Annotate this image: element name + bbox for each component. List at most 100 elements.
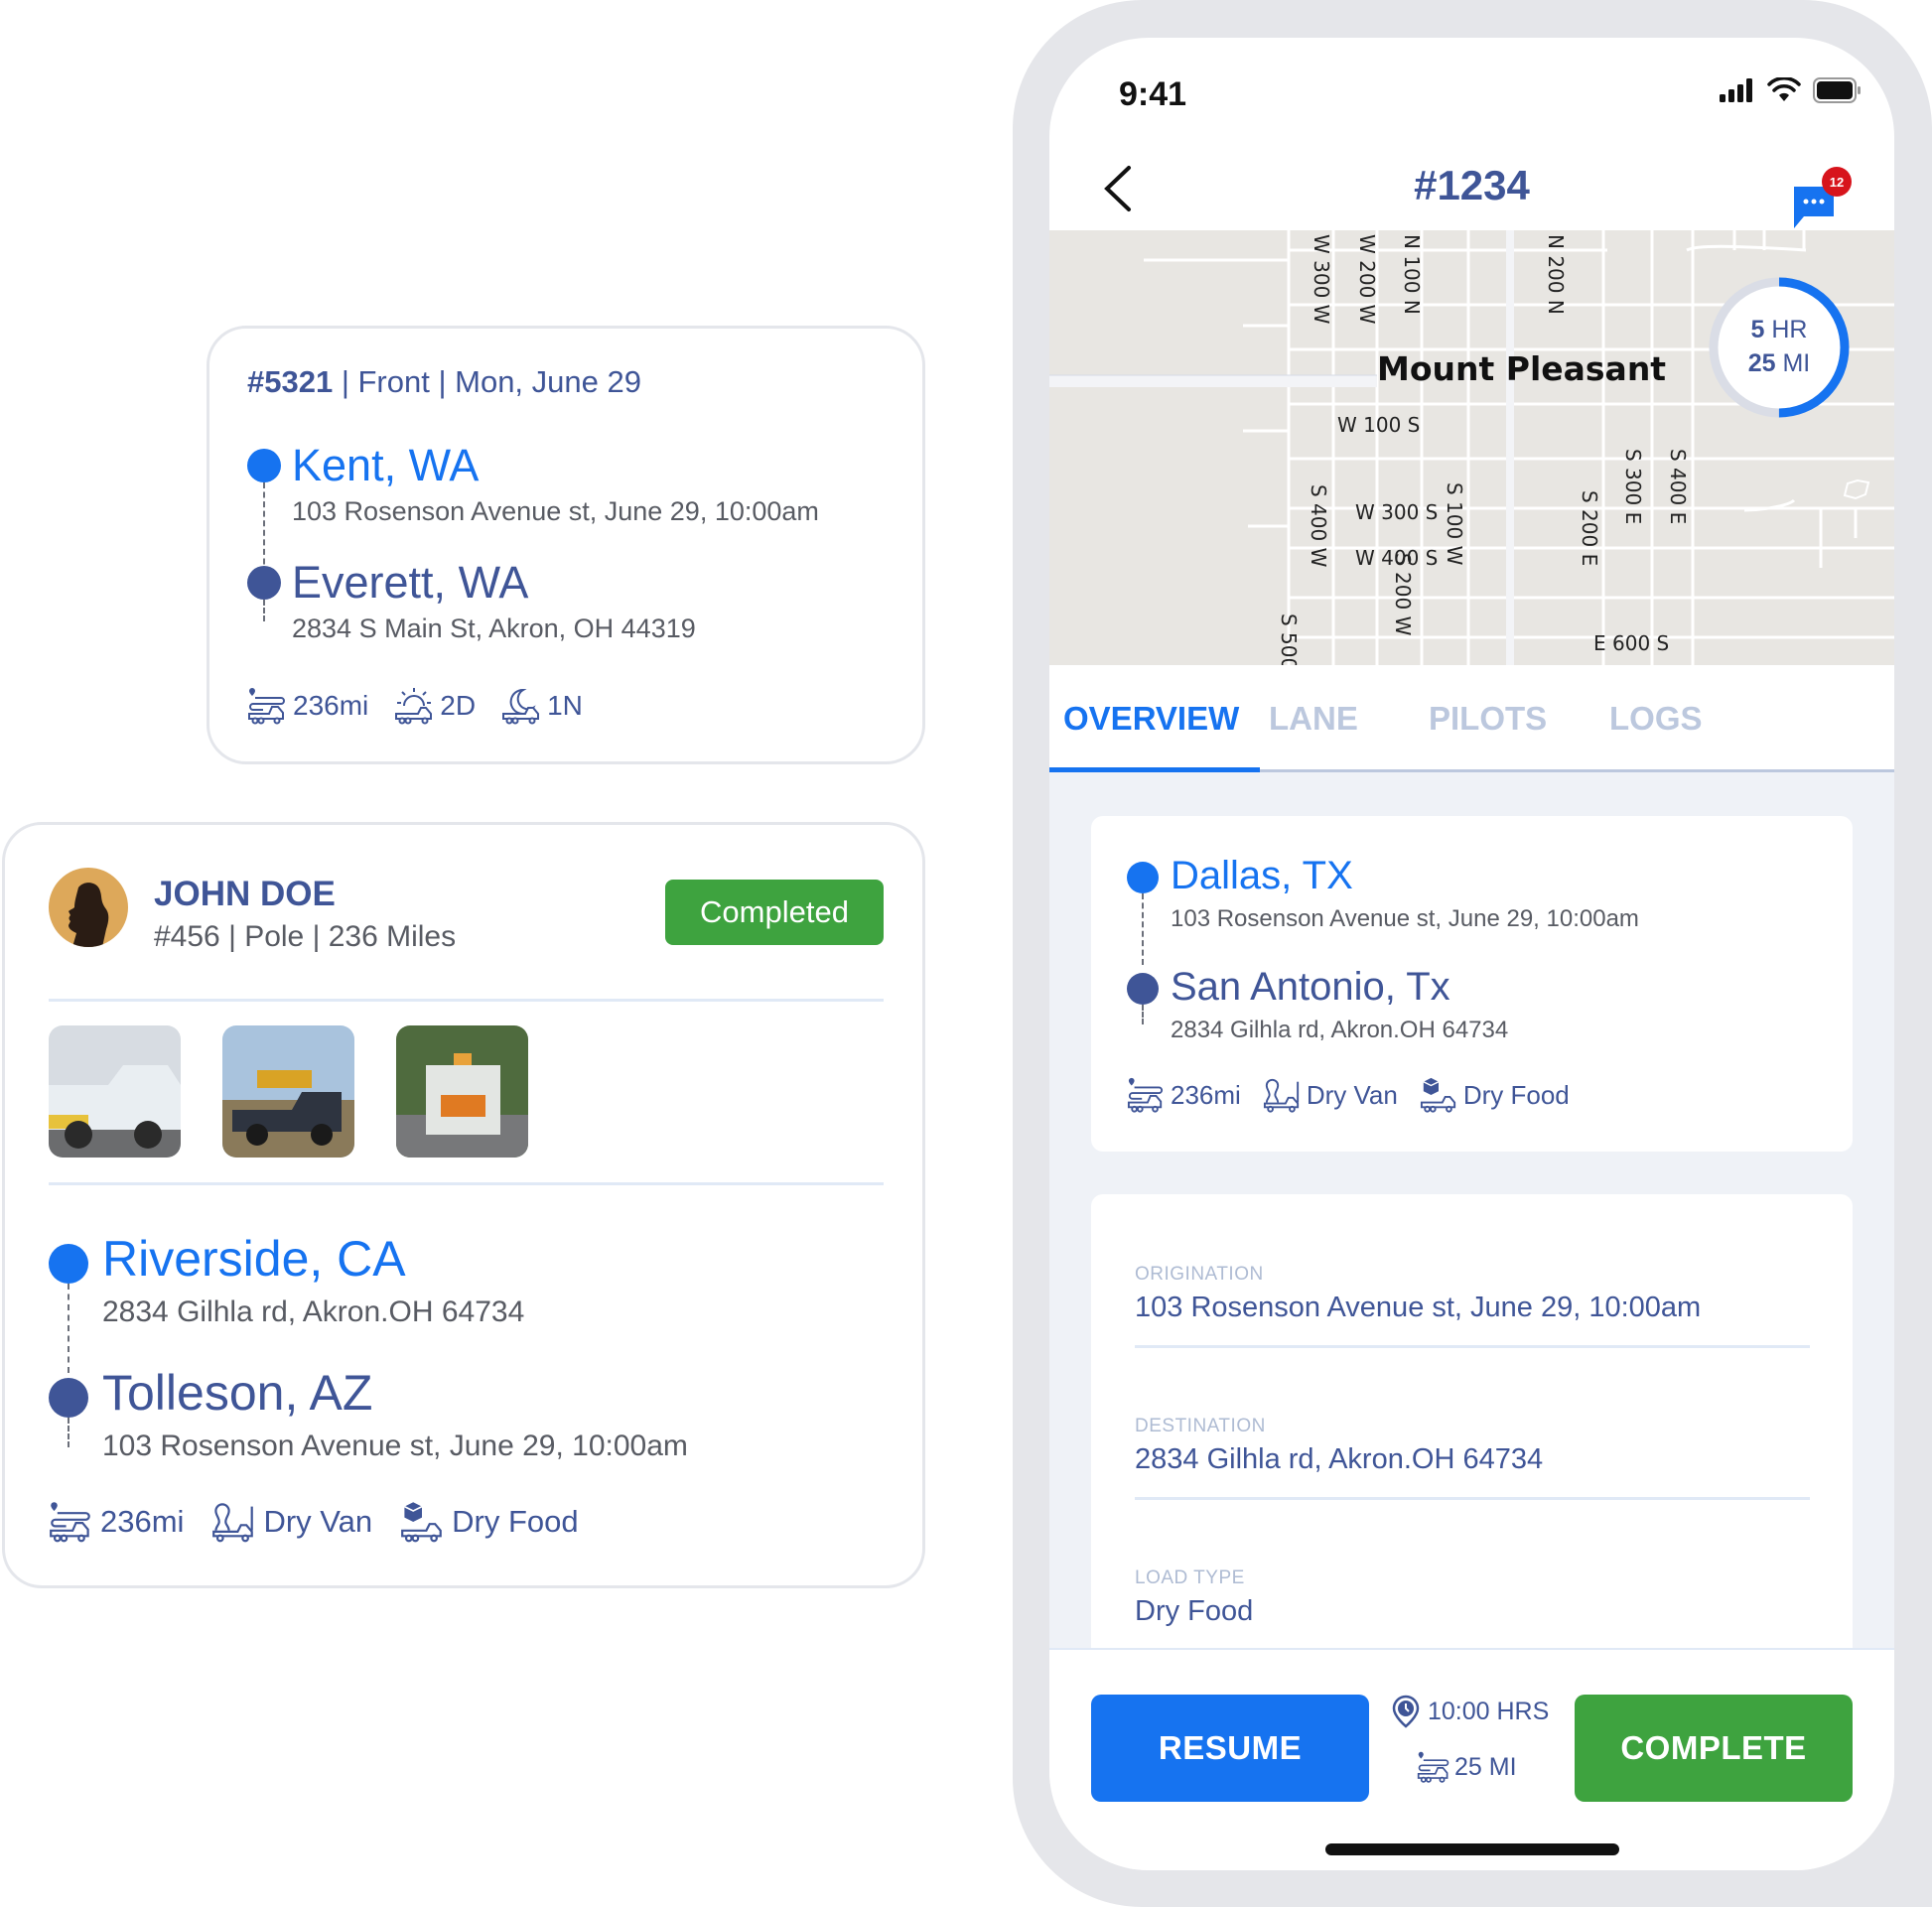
origin-address: 103 Rosenson Avenue st, June 29, 10:00am [292, 496, 819, 526]
trip-summary-card[interactable]: #5321 | Front | Mon, June 29 Kent, WA 10… [207, 326, 925, 764]
messages-button[interactable]: 12 [1792, 167, 1862, 236]
map-street-label: S 100 W [1443, 482, 1466, 566]
bottom-action-bar: RESUME 10:00 HRS 25 MI COMPLETE [1049, 1648, 1894, 1870]
truck-sun-icon [394, 686, 434, 726]
map-street-label: N 200 N [1544, 234, 1568, 315]
divider [49, 999, 884, 1002]
wifi-icon [1767, 77, 1801, 101]
cellular-signal-icon [1720, 78, 1752, 102]
destination-dot-icon [49, 1378, 88, 1418]
tab-logs[interactable]: LOGS [1609, 700, 1703, 738]
pilot-truck-photo-1[interactable] [49, 1025, 181, 1158]
avatar [49, 868, 128, 947]
truck-route-icon [247, 686, 287, 726]
map-street-label: W 300 W [1310, 234, 1333, 325]
map-street-label: S 300 E [1621, 449, 1645, 525]
distance-fact: 236mi [49, 1500, 184, 1544]
complete-button[interactable]: COMPLETE [1575, 1695, 1853, 1802]
map-street-label: S 200 W [1391, 553, 1415, 636]
battery-icon [1813, 77, 1861, 103]
pilot-facts: 236mi Dry Van Dry Food [49, 1500, 579, 1544]
phone-screen: 9:41 #1234 12 Mount Pleasant W 300 W W 2… [1049, 38, 1894, 1870]
route-connector [263, 600, 265, 621]
status-icons [1720, 77, 1863, 103]
origin-city: Kent, WA [292, 440, 480, 490]
tab-bar: OVERVIEW LANE PILOTS LOGS [1049, 665, 1894, 772]
tab-pilots[interactable]: PILOTS [1429, 700, 1547, 738]
map-street-label: S 200 E [1578, 490, 1601, 567]
truck-route-icon [49, 1500, 92, 1544]
pilot-truck-photo-2[interactable] [222, 1025, 354, 1158]
trip-id: #5321 [247, 364, 334, 399]
pilot-subinfo: #456 | Pole | 236 Miles [154, 920, 457, 953]
pilot-truck-photo-3[interactable] [396, 1025, 528, 1158]
time-remaining: 10:00 HRS [1392, 1695, 1561, 1728]
detail-value: Dry Food [1135, 1595, 1254, 1627]
detail-label: DESTINATION [1135, 1416, 1266, 1436]
pilot-name: JOHN DOE [154, 875, 336, 913]
page-title: #1234 [1414, 162, 1530, 208]
pilot-card[interactable]: JOHN DOE #456 | Pole | 236 Miles Complet… [2, 822, 925, 1588]
eta-readout: 5 HR 25 MI [1705, 273, 1854, 422]
map-street-label: W 300 S [1355, 500, 1439, 524]
detail-label: LOAD TYPE [1135, 1567, 1245, 1588]
route-connector [1142, 1005, 1144, 1024]
map-street-label: S 500 [1277, 613, 1301, 665]
route-connector [68, 1284, 69, 1373]
truck-route-icon [1417, 1750, 1450, 1784]
details-card: ORIGINATION 103 Rosenson Avenue st, June… [1091, 1194, 1853, 1710]
route-map[interactable]: Mount Pleasant W 300 W W 200 W N 100 N N… [1049, 230, 1894, 665]
dry-van-icon [1263, 1076, 1301, 1114]
trip-stats: 10:00 HRS 25 MI [1392, 1695, 1561, 1784]
map-street-label: E 600 S [1593, 631, 1670, 655]
eta-miles: 25 [1747, 349, 1776, 377]
truck-moon-icon [501, 686, 541, 726]
truck-route-icon [1127, 1076, 1165, 1114]
destination-address: 103 Rosenson Avenue st, June 29, 10:00am [102, 1430, 688, 1462]
origin-address: 103 Rosenson Avenue st, June 29, 10:00am [1171, 905, 1639, 932]
tab-overview[interactable]: OVERVIEW [1063, 700, 1239, 738]
origin-city: Riverside, CA [102, 1231, 406, 1287]
detail-label: ORIGINATION [1135, 1264, 1264, 1285]
route-connector [263, 482, 265, 574]
map-street-label: S 400 E [1666, 449, 1690, 525]
distance-fact: 236mi [1127, 1076, 1241, 1114]
map-street-label: W 200 W [1355, 234, 1379, 325]
map-place-label: Mount Pleasant [1377, 349, 1667, 388]
status-time: 9:41 [1119, 75, 1187, 113]
eta-miles-unit: MI [1782, 349, 1811, 377]
route-card: Dallas, TX 103 Rosenson Avenue st, June … [1091, 816, 1853, 1152]
load-type-fact: Dry Food [1420, 1076, 1570, 1114]
origin-address: 2834 Gilhla rd, Akron.OH 64734 [102, 1295, 525, 1328]
cargo-box-truck-icon [1420, 1076, 1457, 1114]
resume-button[interactable]: RESUME [1091, 1695, 1369, 1802]
distance-remaining: 25 MI [1392, 1750, 1561, 1784]
map-street-label: N 100 N [1400, 234, 1424, 315]
destination-address: 2834 S Main St, Akron, OH 44319 [292, 613, 696, 643]
map-street-label: S 400 W [1307, 484, 1330, 568]
origin-dot-icon [1127, 862, 1159, 893]
truck-photo-icon [222, 1025, 354, 1158]
route-connector [1142, 893, 1144, 965]
trip-meta: #5321 | Front | Mon, June 29 [247, 364, 641, 400]
eta-hours-unit: HR [1771, 316, 1808, 344]
detail-origination: ORIGINATION 103 Rosenson Avenue st, June… [1135, 1264, 1810, 1324]
overview-content: Dallas, TX 103 Rosenson Avenue st, June … [1049, 772, 1894, 1710]
origin-dot-icon [247, 449, 281, 482]
divider [1135, 1345, 1810, 1348]
unread-badge: 12 [1822, 167, 1852, 197]
tab-lane[interactable]: LANE [1269, 700, 1358, 738]
nights-fact: 1N [501, 686, 583, 726]
origin-dot-icon [49, 1244, 88, 1284]
equipment-fact: Dry Van [211, 1500, 372, 1544]
home-indicator [1325, 1843, 1619, 1855]
truck-photo-icon [49, 1025, 181, 1158]
status-badge: Completed [665, 880, 884, 945]
destination-dot-icon [1127, 973, 1159, 1005]
destination-city: San Antonio, Tx [1171, 965, 1450, 1009]
truck-photo-icon [396, 1025, 528, 1158]
distance-fact: 236mi [247, 686, 368, 726]
dry-van-icon [211, 1500, 255, 1544]
route-connector [68, 1418, 69, 1447]
trip-facts: 236mi 2D 1N [247, 686, 583, 726]
